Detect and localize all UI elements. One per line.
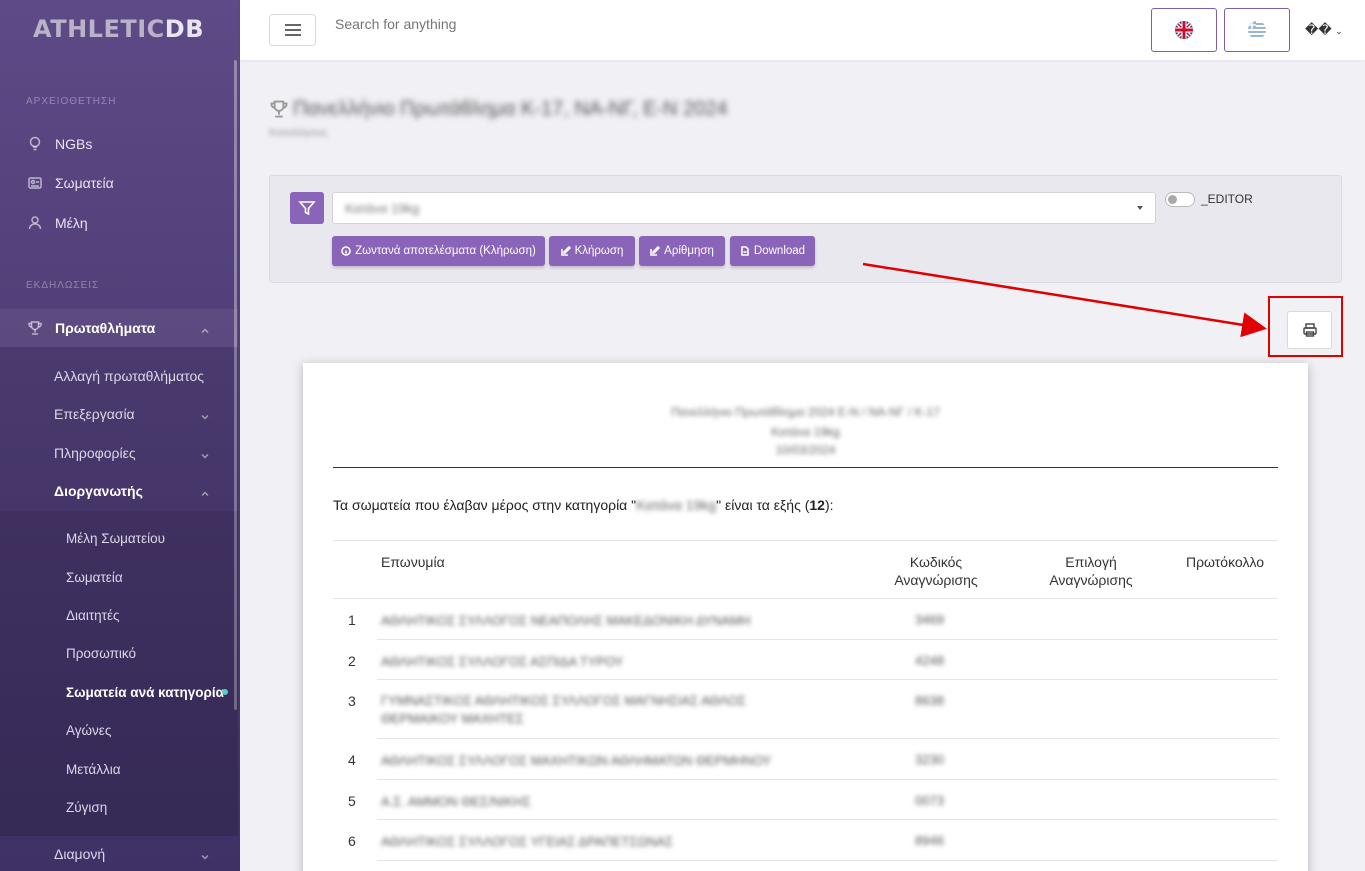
sidebar-section-events: ΕΚΔΗΛΩΣΕΙΣ bbox=[26, 280, 100, 291]
report-description: Τα σωματεία που έλαβαν μέρος στην κατηγο… bbox=[333, 497, 834, 513]
sidebar-item-clubs[interactable]: Σωματεία bbox=[0, 164, 238, 202]
editor-toggle-label: _EDITOR bbox=[1201, 192, 1253, 206]
active-indicator-dot bbox=[222, 689, 228, 695]
sidebar-item-label: Διοργανωτής bbox=[54, 483, 143, 499]
trophy-icon bbox=[269, 99, 291, 119]
sidebar-item-members[interactable]: Μέλη bbox=[0, 204, 238, 242]
sidebar-subitem-change-championship[interactable]: Αλλαγή πρωταθλήματος bbox=[0, 357, 238, 395]
info-icon bbox=[341, 246, 351, 256]
button-label: Αρίθμηση bbox=[664, 245, 714, 257]
club-count: 12 bbox=[809, 497, 825, 513]
sidebar-subitem-clubs-by-category[interactable]: Σωματεία ανά κατηγορία bbox=[0, 673, 238, 711]
sidebar: ATHLETIC DB ΑΡΧΕΙΟΘΕΤΗΣΗ NGBs Σωματεία Μέ… bbox=[0, 0, 240, 871]
report-header-line: Πανελλήνιο Πρωτάθλημα 2024 Ε-Ν / ΝΑ-ΝΓ /… bbox=[671, 405, 940, 419]
sidebar-subitem-info[interactable]: Πληροφορίες bbox=[0, 434, 238, 472]
column-header-name: Επωνυμία bbox=[381, 554, 445, 570]
sidebar-subitem-weighing[interactable]: Ζύγιση bbox=[0, 788, 238, 826]
sidebar-subitem-staff[interactable]: Προσωπικό bbox=[0, 634, 238, 672]
filter-card: Κατάνα 19kg _EDITOR Ζωντανά αποτελέσματα… bbox=[269, 175, 1342, 283]
report-preview: Πανελλήνιο Πρωτάθλημα 2024 Ε-Ν / ΝΑ-ΝΓ /… bbox=[303, 363, 1308, 871]
topbar: �� ⌄ bbox=[240, 0, 1365, 60]
numbering-button[interactable]: Αρίθμηση bbox=[639, 236, 725, 266]
chevron-up-icon bbox=[200, 486, 210, 497]
sidebar-item-label: Σωματεία ανά κατηγορία bbox=[66, 684, 224, 700]
report-header-line: Κατάνα 19kg bbox=[771, 425, 840, 439]
button-label: Κλήρωση bbox=[574, 245, 624, 257]
sidebar-section-archiving: ΑΡΧΕΙΟΘΕΤΗΣΗ bbox=[26, 96, 117, 107]
edit-icon bbox=[560, 246, 571, 256]
menu-toggle-button[interactable] bbox=[269, 14, 316, 46]
trophy-icon bbox=[26, 319, 44, 337]
printer-icon bbox=[1302, 323, 1317, 337]
divider bbox=[333, 467, 1278, 468]
chevron-down-icon bbox=[200, 849, 210, 860]
page-subtitle: Καταλόγους bbox=[269, 127, 328, 139]
sidebar-subitem-club-members[interactable]: Μέλη Σωματείου bbox=[0, 519, 238, 557]
sidebar-item-label: Επεξεργασία bbox=[54, 406, 135, 422]
print-button[interactable] bbox=[1287, 311, 1332, 349]
column-header-code: Κωδικός Αναγνώρισης bbox=[894, 554, 978, 588]
sidebar-subitem-org-clubs[interactable]: Σωματεία bbox=[0, 558, 238, 596]
app-logo[interactable]: ATHLETIC DB bbox=[0, 0, 240, 58]
editor-toggle[interactable] bbox=[1165, 192, 1195, 207]
category-select-value: Κατάνα 19kg bbox=[345, 201, 420, 216]
report-header-line: 10/03/2024 bbox=[775, 443, 836, 457]
chevron-down-icon bbox=[200, 448, 210, 459]
sidebar-subitem-organizer[interactable]: Διοργανωτής bbox=[0, 472, 238, 510]
column-header-choice: Επιλογή Αναγνώρισης bbox=[1049, 554, 1133, 588]
chevron-up-icon bbox=[200, 323, 210, 334]
chevron-down-icon: ⌄ bbox=[1335, 26, 1343, 36]
uk-flag-icon bbox=[1175, 21, 1193, 39]
button-label: Ζωντανά αποτελέσματα (Κλήρωση) bbox=[355, 245, 536, 257]
search-input[interactable] bbox=[335, 16, 635, 32]
lightbulb-icon bbox=[26, 135, 44, 153]
user-icon bbox=[26, 214, 44, 232]
category-select[interactable]: Κατάνα 19kg bbox=[332, 192, 1156, 224]
download-button[interactable]: Download bbox=[730, 236, 815, 266]
sidebar-subitem-matches[interactable]: Αγώνες bbox=[0, 711, 238, 749]
language-greek-button[interactable] bbox=[1224, 8, 1290, 52]
id-card-icon bbox=[26, 174, 44, 192]
greek-flag-icon bbox=[1248, 21, 1266, 39]
sidebar-subitem-referees[interactable]: Διαιτητές bbox=[0, 596, 238, 634]
chevron-down-icon bbox=[200, 409, 210, 420]
sidebar-item-label: Μέλη bbox=[55, 215, 88, 231]
user-name: �� bbox=[1305, 22, 1332, 37]
sidebar-item-label: Πληροφορίες bbox=[54, 445, 136, 461]
column-header-protocol: Πρωτόκολλο bbox=[1185, 554, 1265, 570]
sidebar-subitem-medals[interactable]: Μετάλλια bbox=[0, 750, 238, 788]
hamburger-icon bbox=[284, 29, 301, 31]
sidebar-item-label: NGBs bbox=[55, 136, 93, 152]
sidebar-item-ngbs[interactable]: NGBs bbox=[0, 125, 238, 163]
file-pdf-icon bbox=[741, 246, 749, 256]
caret-down-icon bbox=[1137, 206, 1143, 210]
sidebar-item-label: Διαμονή bbox=[54, 846, 106, 862]
sidebar-item-label: Σωματεία bbox=[55, 175, 114, 191]
sidebar-item-championships[interactable]: Πρωταθλήματα bbox=[0, 309, 238, 347]
filter-icon bbox=[290, 192, 324, 224]
sidebar-subitem-accommodation[interactable]: Διαμονή bbox=[0, 835, 238, 871]
user-menu[interactable]: �� ⌄ bbox=[1305, 22, 1343, 38]
button-label: Download bbox=[753, 245, 806, 257]
draw-button[interactable]: Κλήρωση bbox=[549, 236, 635, 266]
page-title: Πανελλήνιο Πρωτάθλημα Κ-17, ΝΑ-ΝΓ, Ε-Ν 2… bbox=[293, 98, 728, 120]
language-english-button[interactable] bbox=[1151, 8, 1217, 52]
live-results-button[interactable]: Ζωντανά αποτελέσματα (Κλήρωση) bbox=[332, 236, 545, 266]
sidebar-subitem-editing[interactable]: Επεξεργασία bbox=[0, 395, 238, 433]
table-border bbox=[333, 540, 1278, 541]
edit-icon bbox=[650, 246, 661, 256]
sidebar-item-label: Πρωταθλήματα bbox=[55, 320, 156, 336]
table-border bbox=[333, 598, 1278, 599]
